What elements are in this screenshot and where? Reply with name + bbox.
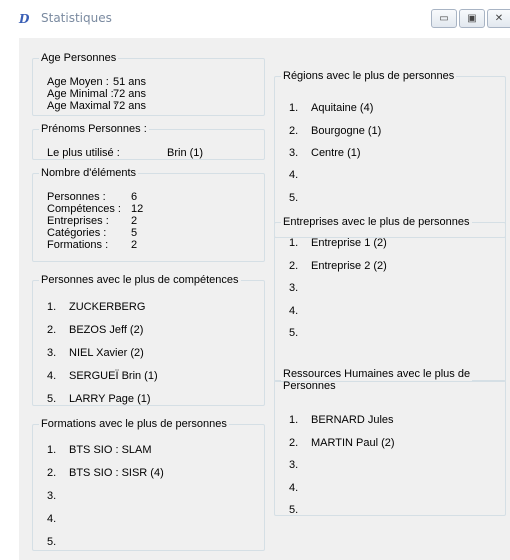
- elements-group: Nombre d'éléments Personnes : 6 Compéten…: [32, 167, 265, 262]
- rh-group-legend: Ressources Humaines avec le plus de Perso…: [283, 368, 471, 392]
- age-mean-value: 51 ans: [113, 76, 147, 88]
- list-item: 4. SERGUEÏ Brin (1): [47, 370, 158, 382]
- maximize-button[interactable]: ▣: [459, 9, 485, 28]
- regions-group: Régions avec le plus de personnes 1. Aqui…: [274, 70, 506, 238]
- list-item: 4.: [289, 305, 299, 317]
- maximize-icon: ▣: [467, 13, 477, 24]
- age-mean-label: Age Moyen :: [47, 76, 109, 88]
- prenoms-group-legend: Prénoms Personnes :: [41, 123, 147, 135]
- age-min-label: Age Minimal :: [47, 88, 114, 100]
- list-item: 5. LARRY Page (1): [47, 393, 151, 405]
- list-item: 2. BEZOS Jeff (2): [47, 324, 144, 336]
- regions-group-legend: Régions avec le plus de personnes: [283, 70, 455, 82]
- count-competences-value: 12: [131, 203, 144, 215]
- formations-group: Formations avec le plus de personnes 1. B…: [32, 418, 265, 551]
- list-item: 5.: [47, 536, 57, 548]
- close-icon: ✕: [494, 13, 504, 24]
- minimize-icon: ▭: [439, 13, 449, 24]
- list-item: 5.: [289, 192, 299, 204]
- entreprises-group-legend: Entreprises avec le plus de personnes: [283, 216, 470, 228]
- list-item: 5.: [289, 504, 299, 516]
- count-categories-label: Catégories :: [47, 227, 107, 239]
- count-categories-value: 5: [131, 227, 138, 239]
- app-logo-icon: D: [19, 12, 30, 26]
- window-title: Statistiques: [41, 11, 112, 25]
- list-item: 2. MARTIN Paul (2): [289, 437, 395, 449]
- list-item: 3. Centre (1): [289, 147, 361, 159]
- list-item: 4.: [289, 169, 299, 181]
- list-item: 4.: [47, 513, 57, 525]
- window-client-area: Age Personnes Age Moyen : 51 ans Age Min…: [19, 38, 510, 560]
- age-max-label: Age Maximal :: [47, 100, 117, 112]
- count-formations-value: 2: [131, 239, 138, 251]
- list-item: 1. Aquitaine (4): [289, 102, 374, 114]
- list-item: 3.: [289, 282, 299, 294]
- rh-group: Ressources Humaines avec le plus de Perso…: [274, 368, 506, 516]
- entreprises-group: Entreprises avec le plus de personnes 1.…: [274, 216, 506, 382]
- prenoms-group: Prénoms Personnes : Le plus utilisé : Br…: [32, 123, 265, 160]
- list-item: 1. Entreprise 1 (2): [289, 237, 387, 249]
- close-button[interactable]: ✕: [487, 9, 510, 28]
- elements-group-legend: Nombre d'éléments: [41, 167, 137, 179]
- minimize-button[interactable]: ▭: [431, 9, 457, 28]
- list-item: 4.: [289, 482, 299, 494]
- title-bar[interactable]: D Statistiques ▭ ▣ ✕: [0, 0, 510, 38]
- count-personnes-value: 6: [131, 191, 138, 203]
- age-group-legend: Age Personnes: [41, 52, 117, 64]
- list-item: 1. BERNARD Jules: [289, 414, 394, 426]
- list-item: 3.: [47, 490, 57, 502]
- list-item: 3. NIEL Xavier (2): [47, 347, 144, 359]
- formations-group-legend: Formations avec le plus de personnes: [41, 418, 227, 430]
- list-item: 1. ZUCKERBERG: [47, 301, 146, 313]
- prenom-most-used-value: Brin (1): [167, 147, 204, 159]
- age-max-value: 72 ans: [113, 100, 147, 112]
- list-item: 2. BTS SIO : SISR (4): [47, 467, 164, 479]
- competences-group: Personnes avec le plus de compétences 1.…: [32, 274, 265, 406]
- prenom-most-used-label: Le plus utilisé :: [47, 147, 120, 159]
- count-formations-label: Formations :: [47, 239, 109, 251]
- list-item: 1. BTS SIO : SLAM: [47, 444, 152, 456]
- list-item: 3.: [289, 459, 299, 471]
- age-group: Age Personnes Age Moyen : 51 ans Age Min…: [32, 52, 265, 116]
- count-entreprises-value: 2: [131, 215, 138, 227]
- count-competences-label: Compétences :: [47, 203, 121, 215]
- competences-group-legend: Personnes avec le plus de compétences: [41, 274, 239, 286]
- count-entreprises-label: Entreprises :: [47, 215, 109, 227]
- count-personnes-label: Personnes :: [47, 191, 106, 203]
- list-item: 2. Bourgogne (1): [289, 125, 382, 137]
- list-item: 5.: [289, 327, 299, 339]
- list-item: 2. Entreprise 2 (2): [289, 260, 387, 272]
- age-min-value: 72 ans: [113, 88, 147, 100]
